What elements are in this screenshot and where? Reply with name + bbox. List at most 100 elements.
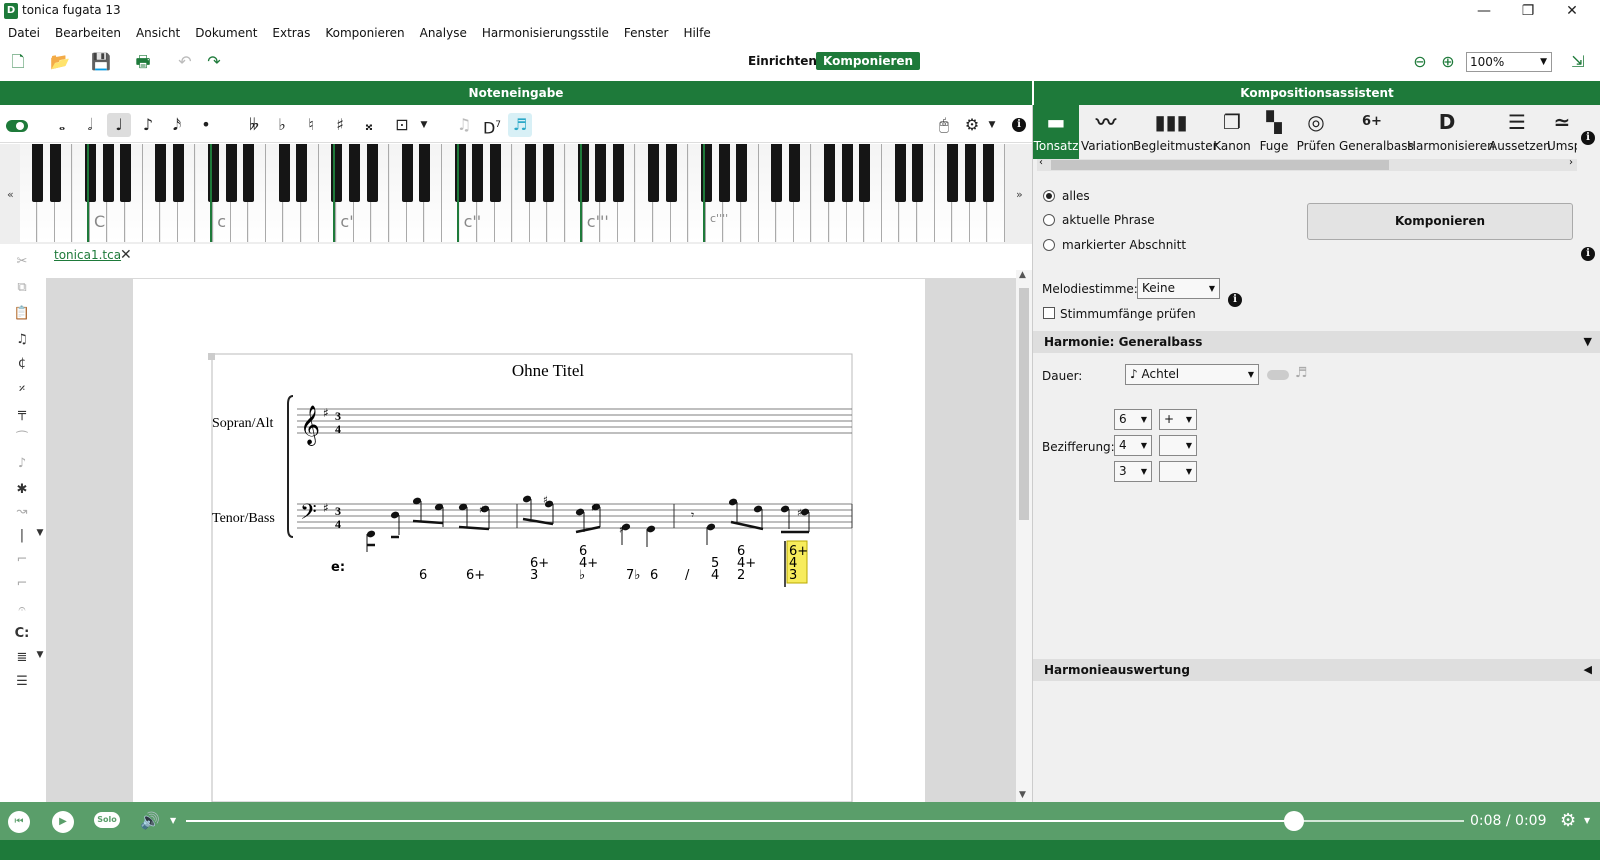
black-key[interactable] <box>296 144 308 202</box>
black-key[interactable] <box>982 144 994 202</box>
black-key[interactable] <box>49 144 61 202</box>
chevron-down-icon[interactable]: ▼ <box>412 113 436 137</box>
scope-phrase-radio[interactable] <box>1043 214 1055 226</box>
black-key[interactable] <box>595 144 607 202</box>
eighth-note-icon[interactable]: ♪ <box>136 113 160 137</box>
black-key[interactable] <box>155 144 167 202</box>
figure-number[interactable]: 3 <box>789 568 797 583</box>
info-icon[interactable]: i <box>1581 247 1595 261</box>
figure-number[interactable]: 6 <box>419 568 427 583</box>
list-check-icon[interactable]: ≣ <box>12 650 32 668</box>
fermata-icon[interactable]: 𝄐 <box>12 602 32 620</box>
figure-number[interactable]: 4 <box>711 568 719 583</box>
minimize-button[interactable]: — <box>1464 0 1504 22</box>
black-key[interactable] <box>225 144 237 202</box>
stem-icon[interactable]: ✱ <box>12 482 32 500</box>
figuring-2-accidental[interactable]: ▼ <box>1159 435 1197 456</box>
dot-icon[interactable]: • <box>194 113 218 137</box>
scroll-down-icon[interactable]: ▼ <box>1019 790 1026 800</box>
figure-number[interactable]: 3 <box>530 568 538 583</box>
piano-keyboard[interactable]: « Cc c' c'' c''' c'''' » <box>0 144 1032 244</box>
black-key[interactable] <box>912 144 924 202</box>
margin-handle[interactable] <box>208 353 215 360</box>
evaluation-section-header[interactable]: Harmonieauswertung ◀ <box>1033 659 1600 681</box>
copy-icon[interactable]: ⧉ <box>12 280 32 298</box>
document-tab[interactable]: tonica1.tca <box>54 248 121 262</box>
black-key[interactable] <box>243 144 255 202</box>
double-flat-icon[interactable]: 𝄫 <box>242 113 266 137</box>
black-key[interactable] <box>736 144 748 202</box>
rewind-icon[interactable]: ⏮ <box>8 811 30 833</box>
staff-label-tenor[interactable]: Tenor/Bass <box>212 511 275 526</box>
vertical-scrollbar[interactable]: ▲ ▼ <box>1016 270 1032 802</box>
menu-analyse[interactable]: Analyse <box>420 24 467 44</box>
figure-number[interactable]: ♭ <box>579 568 585 583</box>
whole-note-icon[interactable]: 𝅝 <box>50 113 74 137</box>
undo-icon[interactable]: ↶ <box>175 52 195 72</box>
input-toggle[interactable] <box>6 120 28 132</box>
black-key[interactable] <box>841 144 853 202</box>
black-key[interactable] <box>348 144 360 202</box>
export-icon[interactable]: ⇲ <box>1568 52 1588 72</box>
arrow-icon[interactable]: ↝ <box>12 504 32 522</box>
keyboard-scroll-left[interactable]: « <box>7 188 14 201</box>
grace-icon[interactable]: ♪ <box>12 456 32 474</box>
redo-icon[interactable]: ↷ <box>204 52 224 72</box>
duration-toggle[interactable] <box>1267 370 1289 380</box>
black-key[interactable] <box>120 144 132 202</box>
scope-phrase-label[interactable]: aktuelle Phrase <box>1062 213 1155 227</box>
new-file-icon[interactable]: 🗋 <box>8 52 28 72</box>
tab-tonsatz[interactable]: ▬ Tonsatz <box>1033 105 1079 159</box>
mode-setup-button[interactable]: Einrichten <box>748 54 817 68</box>
restore-button[interactable]: ❐ <box>1508 0 1548 22</box>
paste-icon[interactable]: 📋 <box>12 306 32 324</box>
black-key[interactable] <box>278 144 290 202</box>
slur-icon[interactable]: ⁀ <box>12 432 32 450</box>
cut-time-icon[interactable]: ¢ <box>12 356 32 374</box>
black-key[interactable] <box>612 144 624 202</box>
settings-icon[interactable]: ⚙ <box>1560 810 1576 831</box>
menu-datei[interactable]: Datei <box>8 24 40 44</box>
beam-icon[interactable]: ♫ <box>12 332 32 350</box>
figuring-2-select[interactable]: 4 ▼ <box>1114 435 1152 456</box>
lines-icon[interactable]: ☰ <box>12 674 32 692</box>
rest-icon[interactable]: 𝄎 <box>12 382 32 400</box>
figure-number[interactable]: / <box>685 568 690 583</box>
black-key[interactable] <box>472 144 484 202</box>
chevron-down-icon[interactable]: ▼ <box>170 816 176 825</box>
tab-variation[interactable]: 〰 Variation <box>1081 105 1134 159</box>
menu-ansicht[interactable]: Ansicht <box>136 24 180 44</box>
black-key[interactable] <box>102 144 114 202</box>
black-key[interactable] <box>665 144 677 202</box>
keyboard-scroll-right[interactable]: » <box>1016 188 1023 201</box>
tab-harmonisieren[interactable]: D Harmonisieren <box>1407 105 1495 159</box>
info-icon[interactable]: i <box>1581 131 1595 145</box>
black-key[interactable] <box>648 144 660 202</box>
black-key[interactable] <box>489 144 501 202</box>
zoom-select[interactable]: 100% ▼ <box>1466 52 1552 72</box>
progress-track[interactable] <box>186 820 1464 822</box>
check-ranges-checkbox[interactable] <box>1043 307 1055 319</box>
black-key[interactable] <box>401 144 413 202</box>
chevron-left-icon[interactable]: ‹ <box>1039 157 1043 168</box>
tab-umsp[interactable]: ≃ Umsp <box>1547 105 1577 159</box>
key-c-icon[interactable]: C: <box>12 626 32 644</box>
solo-button[interactable]: Solo <box>94 812 120 828</box>
play-icon[interactable]: ▶ <box>52 811 74 833</box>
scope-all-radio[interactable] <box>1043 190 1055 202</box>
tab-generalbass[interactable]: 6+ Generalbass <box>1339 105 1414 159</box>
zoom-out-icon[interactable]: ⊖ <box>1410 52 1430 72</box>
transpose-icon[interactable]: ♬ <box>508 113 532 137</box>
scope-selection-radio[interactable] <box>1043 239 1055 251</box>
chevron-right-icon[interactable]: › <box>1569 157 1573 168</box>
black-key[interactable] <box>366 144 378 202</box>
figure-number[interactable]: 6+ <box>466 568 485 583</box>
double-sharp-icon[interactable]: 𝄪 <box>357 113 381 137</box>
tab-fuge[interactable]: ▚ Fuge <box>1255 105 1293 159</box>
flat-icon[interactable]: ♭ <box>270 113 294 137</box>
chevron-down-icon[interactable]: ▼ <box>1584 816 1590 825</box>
score-title[interactable]: Ohne Titel <box>512 361 585 380</box>
black-key[interactable] <box>718 144 730 202</box>
tab-kanon[interactable]: ❐ Kanon <box>1211 105 1253 159</box>
close-icon[interactable]: ✕ <box>120 247 132 263</box>
